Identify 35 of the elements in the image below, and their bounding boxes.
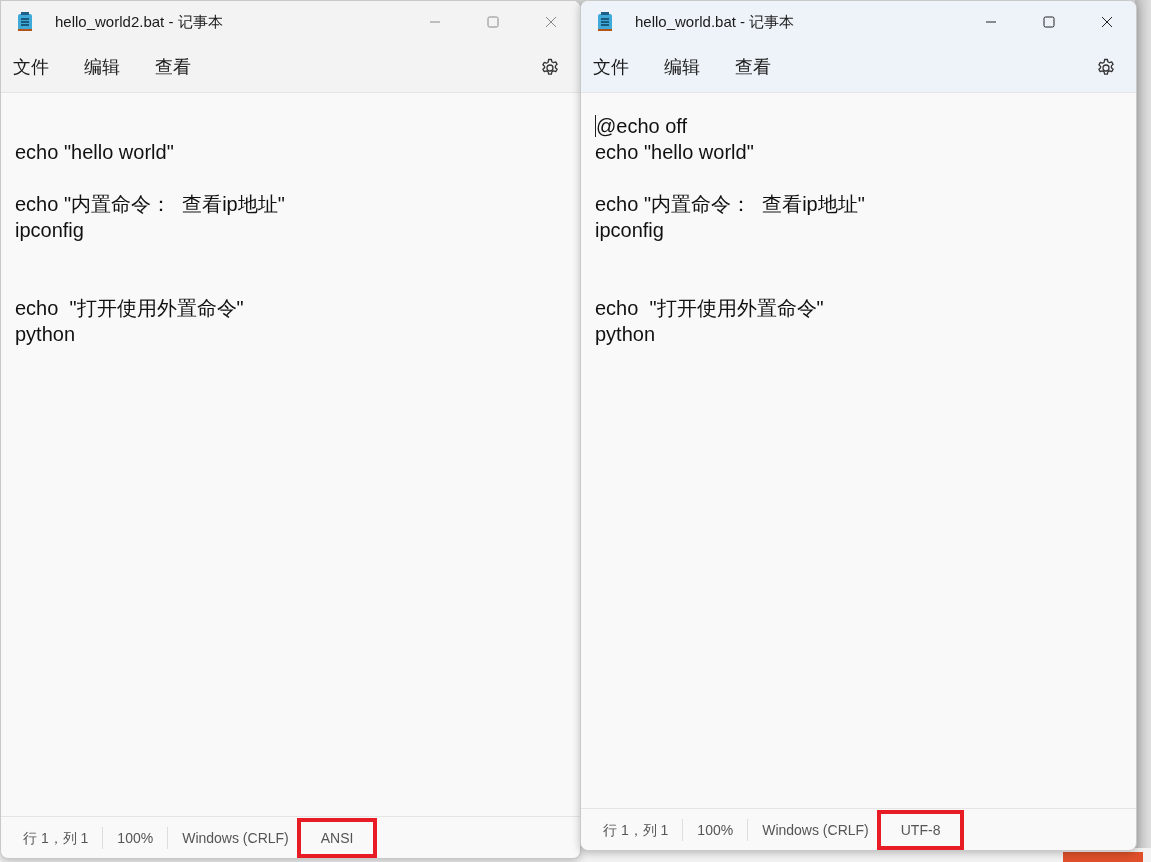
- menu-item[interactable]: 编辑: [654, 50, 710, 85]
- text-line: python: [15, 323, 76, 345]
- status-text: Windows (CRLF): [167, 826, 303, 849]
- settings-icon[interactable]: [1096, 57, 1116, 78]
- notepad-icon: [597, 12, 613, 32]
- text-line: echo "内置命令： 查看ip地址": [15, 193, 285, 215]
- window-title: hello_world.bat - 记事本: [635, 11, 795, 32]
- settings-icon[interactable]: [540, 57, 560, 78]
- status-text: 100%: [102, 826, 168, 849]
- menu-item[interactable]: 文件: [3, 50, 59, 85]
- text-line: echo "hello world": [15, 141, 174, 163]
- maximize-icon: [487, 16, 499, 28]
- status-text: ANSI: [319, 829, 355, 846]
- menu-item[interactable]: 查看: [725, 50, 781, 85]
- menu-item[interactable]: 文件: [583, 50, 639, 85]
- maximize-icon: [1043, 16, 1055, 28]
- status-text: 行 1，列 1: [22, 828, 90, 848]
- text-line: python: [595, 323, 656, 345]
- status-text: 100%: [682, 818, 748, 841]
- text-line: echo "hello world": [595, 141, 754, 163]
- menu-item[interactable]: 编辑: [74, 50, 130, 85]
- close-icon: [545, 16, 557, 28]
- text-line: echo "打开使用外置命令": [595, 297, 824, 319]
- status-text: Windows (CRLF): [747, 818, 883, 841]
- text-line: echo "打开使用外置命令": [15, 297, 244, 319]
- notepad-icon: [17, 12, 33, 32]
- text-line: @echo off: [596, 115, 688, 137]
- menu-item[interactable]: 查看: [145, 50, 201, 85]
- status-text: UTF-8: [899, 821, 942, 838]
- text-line: echo "内置命令： 查看ip地址": [595, 193, 865, 215]
- status-text: 行 1，列 1: [602, 820, 670, 840]
- close-icon: [1101, 16, 1113, 28]
- window-title: hello_world2.bat - 记事本: [55, 11, 223, 32]
- text-line: ipconfig: [15, 219, 84, 241]
- text-line: ipconfig: [595, 219, 664, 241]
